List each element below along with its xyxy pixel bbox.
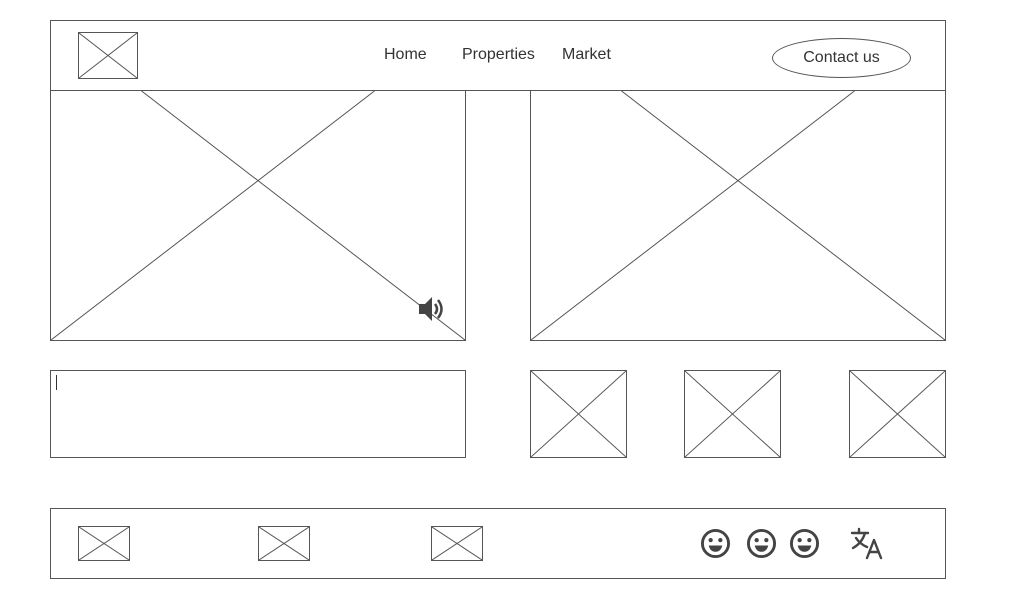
smiley-icon[interactable]	[700, 528, 731, 559]
nav-home-link[interactable]: Home	[384, 46, 427, 64]
smiley-icon[interactable]	[746, 528, 777, 559]
hero-image[interactable]	[530, 90, 946, 341]
footer-image-1[interactable]	[78, 526, 130, 561]
thumbnail-image-2[interactable]	[684, 370, 781, 458]
hero-video[interactable]	[50, 90, 466, 341]
smiley-icon[interactable]	[789, 528, 820, 559]
thumbnail-image-3[interactable]	[849, 370, 946, 458]
contact-us-label: Contact us	[803, 49, 880, 66]
translate-icon[interactable]	[850, 527, 884, 561]
nav-market-link[interactable]: Market	[562, 46, 611, 64]
nav-properties-link[interactable]: Properties	[462, 46, 535, 64]
contact-us-button[interactable]: Contact us	[772, 38, 911, 78]
logo-image[interactable]	[78, 32, 138, 79]
footer-image-2[interactable]	[258, 526, 310, 561]
speaker-icon[interactable]	[417, 294, 447, 324]
footer-image-3[interactable]	[431, 526, 483, 561]
text-caret	[56, 375, 57, 390]
text-area[interactable]	[50, 370, 466, 458]
thumbnail-image-1[interactable]	[530, 370, 627, 458]
